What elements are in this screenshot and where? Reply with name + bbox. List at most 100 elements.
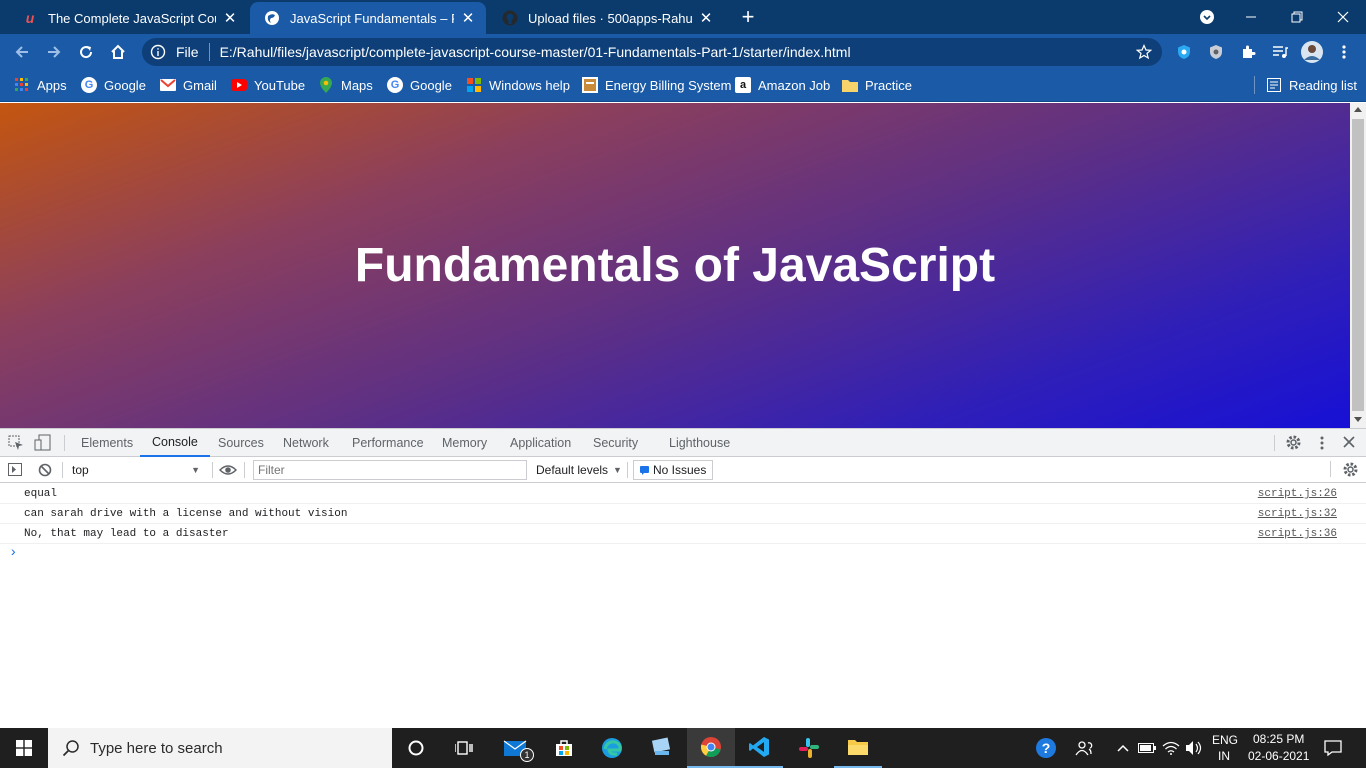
help-tray-icon[interactable]: ? — [1022, 728, 1070, 768]
new-tab-button[interactable]: + — [736, 4, 760, 30]
store-app[interactable] — [540, 728, 588, 768]
tab-application[interactable]: Application — [510, 429, 571, 457]
context-selector[interactable]: top ▼ — [66, 460, 206, 480]
close-window-button[interactable] — [1320, 0, 1366, 34]
cortana-button[interactable] — [392, 728, 440, 768]
bookmark-youtube[interactable]: YouTube — [231, 70, 305, 100]
scrollbar-thumb[interactable] — [1352, 119, 1364, 411]
minimize-button[interactable] — [1228, 0, 1274, 34]
language-bottom[interactable]: IN — [1218, 749, 1230, 763]
language-top[interactable]: ENG — [1212, 733, 1238, 747]
scroll-up-icon[interactable] — [1354, 107, 1362, 112]
bookmark-gmail[interactable]: Gmail — [160, 70, 217, 100]
devtools-close-button[interactable] — [1343, 436, 1355, 451]
extensions-button[interactable] — [1232, 34, 1264, 70]
shield-icon — [1178, 45, 1190, 59]
home-button[interactable] — [102, 34, 134, 70]
tab-sources[interactable]: Sources — [218, 429, 264, 457]
devtools-divider — [212, 462, 213, 478]
console-filter-input[interactable] — [253, 460, 527, 480]
devtools-menu-button[interactable] — [1320, 435, 1324, 454]
tab-network[interactable]: Network — [283, 429, 329, 457]
bookmark-apps[interactable]: Apps — [14, 70, 67, 100]
clear-console-icon[interactable] — [38, 463, 52, 480]
scroll-down-icon[interactable] — [1354, 417, 1362, 422]
star-icon[interactable] — [1136, 44, 1152, 60]
battery-tray-icon[interactable] — [1136, 728, 1158, 768]
close-icon[interactable]: ✕ — [698, 9, 714, 27]
browser-toolbar: File E:/Rahul/files/javascript/complete-… — [0, 34, 1366, 70]
clock-date[interactable]: 02-06-2021 — [1248, 749, 1309, 763]
slack-app[interactable] — [785, 728, 833, 768]
task-view-button[interactable] — [440, 728, 488, 768]
wifi-tray-icon[interactable] — [1160, 728, 1182, 768]
close-icon[interactable]: ✕ — [460, 9, 476, 27]
udemy-icon: u — [25, 10, 35, 26]
tab-console[interactable]: Console — [140, 429, 210, 457]
tab-performance[interactable]: Performance — [352, 429, 424, 457]
tab-lighthouse[interactable]: Lighthouse — [669, 429, 730, 457]
console-input-area[interactable]: › — [0, 544, 1366, 728]
bookmark-google-2[interactable]: G Google — [387, 70, 452, 100]
amazon-icon: a — [735, 77, 751, 93]
profile-avatar[interactable] — [1296, 34, 1328, 70]
bookmark-practice[interactable]: Practice — [842, 70, 912, 100]
close-icon[interactable]: ✕ — [222, 9, 238, 27]
devtools-divider — [1330, 461, 1331, 477]
volume-tray-icon[interactable] — [1182, 728, 1206, 768]
tab-memory[interactable]: Memory — [442, 429, 487, 457]
chrome-app[interactable] — [687, 728, 735, 768]
start-button[interactable] — [0, 728, 48, 768]
tab-strip: u The Complete JavaScript Course ✕ JavaS… — [0, 0, 1366, 34]
address-bar[interactable]: File E:/Rahul/files/javascript/complete-… — [142, 38, 1162, 66]
file-explorer-app[interactable] — [834, 728, 882, 768]
devtools-divider — [627, 462, 628, 478]
issues-button[interactable]: No Issues — [633, 460, 714, 480]
forward-button[interactable] — [38, 34, 70, 70]
devtools-settings-button[interactable] — [1285, 434, 1302, 454]
device-toolbar-icon[interactable] — [34, 434, 52, 455]
log-source-link[interactable]: script.js:32 — [1258, 508, 1337, 520]
info-icon[interactable] — [150, 44, 166, 60]
taskbar-search-box[interactable]: Type here to search — [48, 728, 392, 768]
url-text[interactable]: E:/Rahul/files/javascript/complete-javas… — [220, 44, 851, 60]
mail-app[interactable]: 1 — [492, 728, 540, 768]
tab-js-course[interactable]: u The Complete JavaScript Course ✕ — [8, 2, 248, 34]
restore-button[interactable] — [1274, 0, 1320, 34]
reading-list-button[interactable]: Reading list — [1266, 70, 1357, 100]
bookmark-maps[interactable]: Maps — [318, 70, 373, 100]
inspect-element-icon[interactable] — [8, 435, 24, 454]
media-button[interactable] — [1264, 34, 1296, 70]
tray-overflow-icon[interactable] — [1110, 728, 1136, 768]
reload-button[interactable] — [70, 34, 102, 70]
bookmark-amazon-job[interactable]: a Amazon Job — [735, 70, 830, 100]
log-source-link[interactable]: script.js:36 — [1258, 528, 1337, 540]
live-expression-icon[interactable] — [218, 463, 238, 480]
log-source-link[interactable]: script.js:26 — [1258, 488, 1337, 500]
tab-upload-files[interactable]: Upload files · 500apps-RahulVan ✕ — [488, 2, 724, 34]
log-levels-dropdown[interactable]: Default levels ▼ — [536, 461, 622, 479]
desktop-app-icon — [651, 737, 671, 755]
bookmark-windows-help[interactable]: Windows help — [466, 70, 570, 100]
show-sidebar-icon[interactable] — [8, 463, 22, 479]
console-settings-button[interactable] — [1342, 461, 1359, 481]
extension-vpn[interactable] — [1200, 34, 1232, 70]
edge-app[interactable] — [588, 728, 636, 768]
file-app[interactable] — [638, 728, 686, 768]
tab-elements[interactable]: Elements — [81, 429, 133, 457]
tab-js-fundamentals[interactable]: JavaScript Fundamentals – Part 1 ✕ — [250, 2, 486, 34]
page-scrollbar[interactable] — [1350, 103, 1366, 428]
bookmark-google[interactable]: G Google — [81, 70, 146, 100]
tab-search-button[interactable] — [1184, 0, 1230, 34]
back-button[interactable] — [6, 34, 38, 70]
mail-badge: 1 — [520, 748, 534, 762]
clock-time[interactable]: 08:25 PM — [1253, 732, 1304, 746]
extension-shield[interactable] — [1168, 34, 1200, 70]
tab-security[interactable]: Security — [593, 429, 638, 457]
store-icon — [556, 740, 572, 756]
bookmark-energy-billing[interactable]: Energy Billing System — [582, 70, 731, 100]
notifications-button[interactable] — [1312, 728, 1354, 768]
people-tray-icon[interactable] — [1064, 728, 1104, 768]
chrome-menu-button[interactable] — [1328, 34, 1360, 70]
vscode-app[interactable] — [735, 728, 783, 768]
